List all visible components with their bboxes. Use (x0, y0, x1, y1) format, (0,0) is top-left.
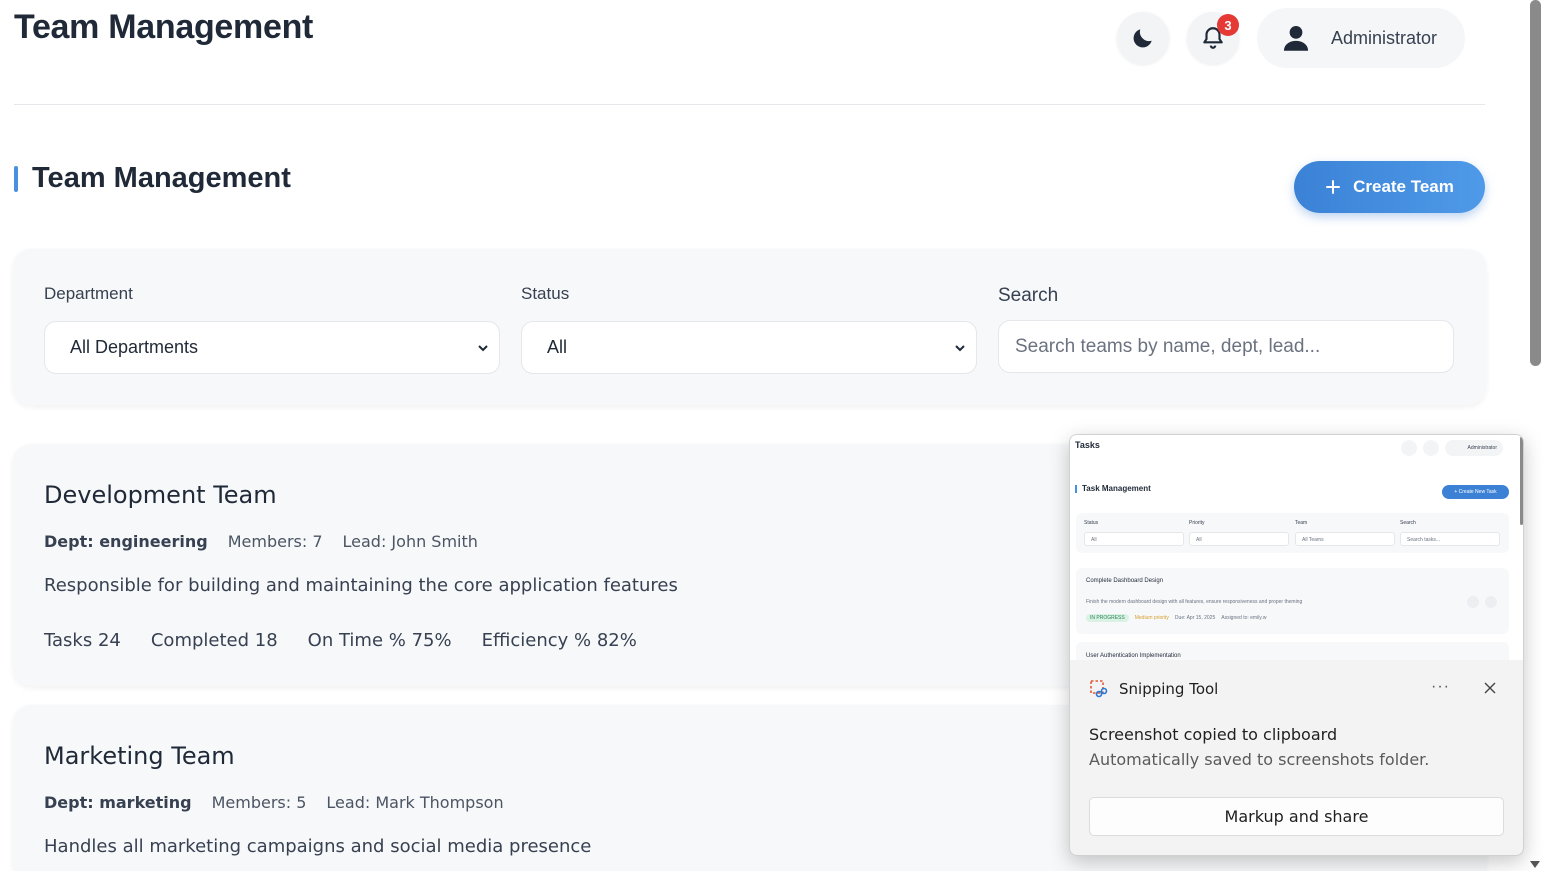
thumb-filter-select: Search tasks... (1400, 532, 1500, 546)
status-select[interactable]: All (521, 321, 977, 374)
notification-badge: 3 (1216, 14, 1239, 36)
user-menu-button[interactable]: Administrator (1256, 8, 1465, 68)
notification-message: Screenshot copied to clipboard (1089, 725, 1338, 744)
thumb-task-card: Complete Dashboard Design Finish the mod… (1076, 568, 1509, 634)
team-dept: Dept: marketing (44, 793, 192, 812)
screenshot-thumbnail[interactable]: Tasks Administrator Task Management + Cr… (1070, 435, 1523, 660)
team-meta: Dept: engineering Members: 7 Lead: John … (44, 532, 478, 551)
user-icon (1283, 25, 1309, 51)
thumb-filter-label: Team (1295, 520, 1308, 526)
thumb-task-title: User Authentication Implementation (1086, 653, 1181, 659)
thumb-task-title: Complete Dashboard Design (1086, 578, 1164, 584)
moon-icon (1133, 29, 1152, 48)
team-stat-on-time: On Time % 75% (307, 630, 452, 651)
thumb-bell-icon (1423, 440, 1439, 456)
page-title: Team Management (14, 8, 314, 46)
status-label: Status (521, 284, 570, 303)
page-scrollbar[interactable] (1530, 0, 1541, 366)
team-description: Handles all marketing campaigns and soci… (44, 836, 592, 857)
thumb-section-text: Task Management (1082, 484, 1151, 493)
chevron-down-icon (955, 345, 965, 352)
department-select[interactable]: All Departments (44, 321, 500, 374)
user-name: Administrator (1330, 27, 1437, 48)
team-lead: Lead: Mark Thompson (326, 793, 504, 812)
team-name: Development Team (44, 481, 277, 509)
team-dept: Dept: engineering (44, 532, 208, 551)
thumb-filter-select: All (1084, 532, 1184, 546)
section-accent-bar (14, 165, 18, 192)
department-select-value: All Departments (70, 337, 199, 357)
theme-toggle-button[interactable] (1116, 12, 1169, 64)
snipping-tool-notification: Tasks Administrator Task Management + Cr… (1069, 434, 1524, 856)
thumb-task-due: Due: Apr 15, 2025 (1174, 615, 1216, 621)
thumb-section-title: Task Management (1075, 484, 1151, 493)
chevron-down-icon (478, 345, 488, 352)
snipping-tool-name: Snipping Tool (1119, 680, 1219, 698)
section-title-text: Team Management (32, 162, 291, 194)
search-label: Search (998, 285, 1059, 306)
thumb-scrollbar (1520, 437, 1523, 525)
thumb-task-status: IN PROGRESS (1086, 614, 1129, 622)
close-icon (1484, 682, 1496, 694)
thumb-filter-label: Status (1084, 520, 1099, 526)
team-description: Responsible for building and maintaining… (44, 575, 678, 596)
snipping-tool-icon (1090, 680, 1108, 698)
thumb-filter-select: All (1189, 532, 1289, 546)
team-stat-efficiency: Efficiency % 82% (481, 630, 637, 651)
team-members: Members: 7 (227, 532, 323, 551)
thumb-create-button: + Create New Task (1442, 485, 1509, 499)
snipping-tool-header: Snipping Tool (1089, 679, 1218, 699)
thumb-task-actions (1467, 596, 1497, 608)
filters-panel: Department All Departments Status All Se… (13, 249, 1486, 405)
plus-icon (1326, 180, 1341, 194)
team-members: Members: 5 (211, 793, 307, 812)
team-name: Marketing Team (44, 742, 235, 770)
team-stat-completed: Completed 18 (150, 630, 278, 651)
markup-and-share-button[interactable]: Markup and share (1089, 797, 1504, 836)
thumb-header-icons: Administrator (1401, 440, 1503, 456)
thumb-task-priority: Medium priority (1134, 615, 1169, 621)
search-input[interactable]: Search teams by name, dept, lead... (998, 320, 1454, 373)
team-lead: Lead: John Smith (342, 532, 478, 551)
section-title: Team Management (14, 162, 291, 195)
create-team-label: Create Team (1353, 177, 1454, 196)
thumb-filter-label: Search (1400, 520, 1416, 526)
notifications-button[interactable]: 3 (1186, 12, 1239, 64)
team-meta: Dept: marketing Members: 5 Lead: Mark Th… (44, 793, 504, 812)
thumb-task-meta: IN PROGRESS Medium priority Due: Apr 15,… (1086, 614, 1266, 622)
close-notification-button[interactable] (1483, 681, 1497, 700)
thumb-filter-label: Priority (1189, 520, 1205, 526)
header-actions: 3 Administrator (1116, 8, 1465, 68)
header-divider (14, 104, 1485, 105)
more-options-button[interactable]: ··· (1431, 678, 1450, 696)
status-select-value: All (547, 337, 568, 357)
thumb-user: Administrator (1445, 440, 1503, 456)
scroll-down-arrow[interactable] (1530, 861, 1540, 868)
thumb-title: Tasks (1075, 440, 1100, 450)
thumb-filters: Status Priority Team Search All All All … (1076, 513, 1509, 553)
thumb-task-assignee: Assigned to: emily.w (1221, 615, 1267, 621)
department-label: Department (44, 284, 133, 303)
team-stats: Tasks 24 Completed 18 On Time % 75% Effi… (44, 630, 637, 651)
create-team-button[interactable]: Create Team (1294, 161, 1485, 213)
thumb-moon-icon (1401, 440, 1417, 456)
team-stat-tasks: Tasks 24 (44, 630, 121, 651)
thumb-task-card: User Authentication Implementation (1076, 642, 1509, 660)
notification-sub-message: Automatically saved to screenshots folde… (1089, 750, 1430, 769)
thumb-filter-select: All Teams (1295, 532, 1395, 546)
thumb-task-desc: Finish the modern dashboard design with … (1086, 599, 1303, 605)
search-placeholder: Search teams by name, dept, lead... (1015, 335, 1321, 357)
